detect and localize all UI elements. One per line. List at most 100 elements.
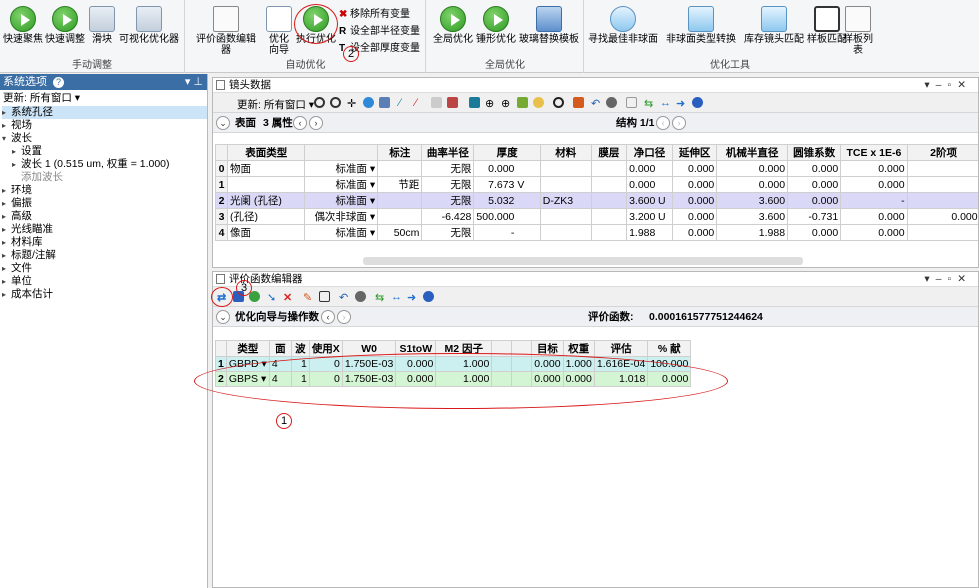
tree-toggle-icon[interactable]: ▸ bbox=[2, 210, 11, 223]
column-header[interactable]: 标注 bbox=[377, 144, 423, 161]
clear-semi-cell[interactable]: 0.000 bbox=[626, 160, 674, 177]
table-cell[interactable]: 0.000 bbox=[787, 176, 842, 193]
surface-type-cell[interactable]: 标准面 ▾ bbox=[304, 224, 379, 241]
table-cell[interactable] bbox=[377, 160, 423, 177]
next-operand-button[interactable]: › bbox=[337, 310, 351, 324]
load-icon[interactable] bbox=[249, 291, 260, 302]
box-icon[interactable] bbox=[319, 291, 330, 302]
horizontal-scrollbar[interactable] bbox=[363, 257, 803, 265]
table-cell[interactable]: 物面 bbox=[226, 160, 306, 177]
toggle-icon[interactable] bbox=[606, 97, 617, 108]
table-cell[interactable]: 像面 bbox=[226, 224, 306, 241]
column-header[interactable]: 材料 bbox=[539, 144, 592, 161]
solve-flag[interactable]: V bbox=[517, 179, 524, 191]
column-header[interactable]: 权重 bbox=[562, 340, 595, 357]
props-label[interactable]: 3 属性 bbox=[263, 113, 293, 133]
table-row[interactable]: 3 (孔径) 偶次非球面 ▾ -6.428 500.000 3.200 U 0.000 3.… bbox=[215, 208, 978, 225]
column-header[interactable]: 机械半直径 bbox=[716, 144, 789, 161]
window-controls[interactable]: ▾–▫✕ bbox=[924, 272, 972, 287]
globe-icon[interactable] bbox=[363, 97, 374, 108]
table-cell[interactable]: -0.731 bbox=[787, 208, 842, 225]
toggle-icon[interactable] bbox=[355, 291, 366, 302]
help-circle-icon[interactable] bbox=[423, 291, 434, 302]
undo-icon[interactable]: ↶ bbox=[591, 97, 602, 110]
refresh-icon[interactable] bbox=[314, 97, 325, 108]
table-cell[interactable] bbox=[590, 208, 628, 225]
table-cell[interactable] bbox=[906, 176, 978, 193]
table-cell[interactable] bbox=[590, 176, 628, 193]
tree-toggle-icon[interactable]: ▸ bbox=[2, 262, 11, 275]
tree-item[interactable]: ▸ 设置 bbox=[2, 145, 207, 158]
collapse-chevron-icon[interactable]: ⌄ bbox=[216, 310, 230, 324]
expand-icon[interactable]: ↔ bbox=[660, 97, 671, 109]
clear-semi-cell[interactable]: 0.000 bbox=[626, 176, 674, 193]
column-header[interactable]: 2阶项 bbox=[906, 144, 978, 161]
table-cell[interactable]: D-ZK3 bbox=[539, 192, 592, 209]
column-header[interactable]: 评估 bbox=[593, 340, 649, 357]
tree-toggle-icon[interactable]: ▸ bbox=[2, 249, 11, 262]
table-cell[interactable]: 0.000 bbox=[840, 224, 908, 241]
table-cell[interactable]: 0.000 bbox=[672, 224, 718, 241]
hammer-opt-button[interactable]: 锤形优化 bbox=[476, 6, 516, 45]
element-icon[interactable]: ⊕ bbox=[485, 97, 496, 110]
table-row[interactable]: 0 物面 标准面 ▾ 无限 0.000 0.000 0.000 0.000 0.000 0.0… bbox=[215, 160, 978, 177]
column-header[interactable]: 使用X bbox=[308, 340, 343, 357]
column-header[interactable]: 曲率半径 bbox=[421, 144, 475, 161]
panel-pin-icon[interactable]: ▾ ⊥ bbox=[185, 74, 203, 90]
clear-semi-cell[interactable]: 3.600 U bbox=[626, 192, 674, 209]
window-controls[interactable]: ▾–▫✕ bbox=[924, 78, 972, 93]
help-icon[interactable]: ? bbox=[53, 77, 65, 88]
ray2-icon[interactable]: ⁄ bbox=[415, 97, 426, 109]
table-cell[interactable]: 无限 bbox=[421, 192, 475, 209]
prev-surface-button[interactable]: ‹ bbox=[293, 116, 307, 130]
column-header[interactable]: % 献 bbox=[647, 340, 692, 357]
tree-item[interactable]: 添加波长 bbox=[2, 171, 207, 184]
surface-type-cell[interactable]: 偶次非球面 ▾ bbox=[304, 208, 379, 225]
help-circle-icon[interactable] bbox=[692, 97, 703, 108]
table-cell[interactable] bbox=[590, 192, 628, 209]
sheet-icon[interactable] bbox=[626, 97, 637, 108]
table-cell[interactable]: -6.428 bbox=[421, 208, 475, 225]
column-header[interactable]: TCE x 1E-6 bbox=[840, 144, 908, 161]
table-cell[interactable]: 0.000 bbox=[787, 192, 842, 209]
layout-icon[interactable] bbox=[379, 97, 390, 108]
tree-toggle-icon[interactable]: ▾ bbox=[2, 132, 11, 145]
table-cell[interactable]: 0.000 bbox=[787, 224, 842, 241]
element2-icon[interactable]: ⊕ bbox=[501, 97, 512, 110]
find-best-asphere-button[interactable]: 寻找最佳非球面 bbox=[588, 6, 658, 45]
table-cell[interactable]: 0.000 bbox=[672, 208, 718, 225]
surface-type-cell[interactable]: 标准面 ▾ bbox=[304, 176, 379, 193]
tree-item[interactable]: ▸ 材料库 bbox=[2, 236, 207, 249]
tree-toggle-icon[interactable]: ▸ bbox=[2, 236, 11, 249]
table-cell[interactable]: 0.000 bbox=[672, 176, 718, 193]
tree-item[interactable]: ▸ 视场 bbox=[2, 119, 207, 132]
swap-icon[interactable]: ⇆ bbox=[644, 97, 655, 110]
tree-item[interactable]: ▸ 单位 bbox=[2, 275, 207, 288]
quick-focus-button[interactable]: 快速聚焦 bbox=[3, 6, 43, 45]
cube2-icon[interactable] bbox=[447, 97, 458, 108]
column-header[interactable]: 表面类型 bbox=[226, 144, 306, 161]
arrow-right-icon[interactable]: ➜ bbox=[407, 291, 418, 304]
tree-item[interactable]: ▸ 标题/注解 bbox=[2, 249, 207, 262]
glass-subst-button[interactable]: 玻璃替换模板 bbox=[518, 6, 580, 45]
solve-flag[interactable]: U bbox=[658, 211, 666, 223]
slider-button[interactable]: 滑块 bbox=[88, 6, 116, 45]
ray-icon[interactable]: ⁄ bbox=[399, 97, 410, 109]
surface-type-cell[interactable]: 标准面 ▾ bbox=[304, 192, 379, 209]
table-cell[interactable]: 光阑 (孔径) bbox=[226, 192, 306, 209]
next-config-button[interactable]: › bbox=[672, 116, 686, 130]
table-cell[interactable] bbox=[539, 160, 592, 177]
table-cell[interactable]: (孔径) bbox=[226, 208, 306, 225]
tree-item[interactable]: ▸ 光线瞄准 bbox=[2, 223, 207, 236]
tree-toggle-icon[interactable]: ▸ bbox=[2, 275, 11, 288]
tree-item[interactable]: ▸ 文件 bbox=[2, 262, 207, 275]
quick-adjust-button[interactable]: 快速调整 bbox=[45, 6, 85, 45]
table-cell[interactable]: 0.000 bbox=[840, 160, 908, 177]
column-header[interactable]: 圆锥系数 bbox=[787, 144, 842, 161]
asphere-convert-button[interactable]: 非球面类型转换 bbox=[660, 6, 742, 45]
refresh-all-icon[interactable] bbox=[330, 97, 341, 108]
table-row[interactable]: 4 像面 标准面 ▾ 50cm 无限 - 1.988 0.000 1.988 0.000 0.0… bbox=[215, 224, 978, 241]
tool-icon[interactable] bbox=[517, 97, 528, 108]
tree-item[interactable]: ▸ 偏振 bbox=[2, 197, 207, 210]
tree-item[interactable]: ▸ 成本估计 bbox=[2, 288, 207, 301]
